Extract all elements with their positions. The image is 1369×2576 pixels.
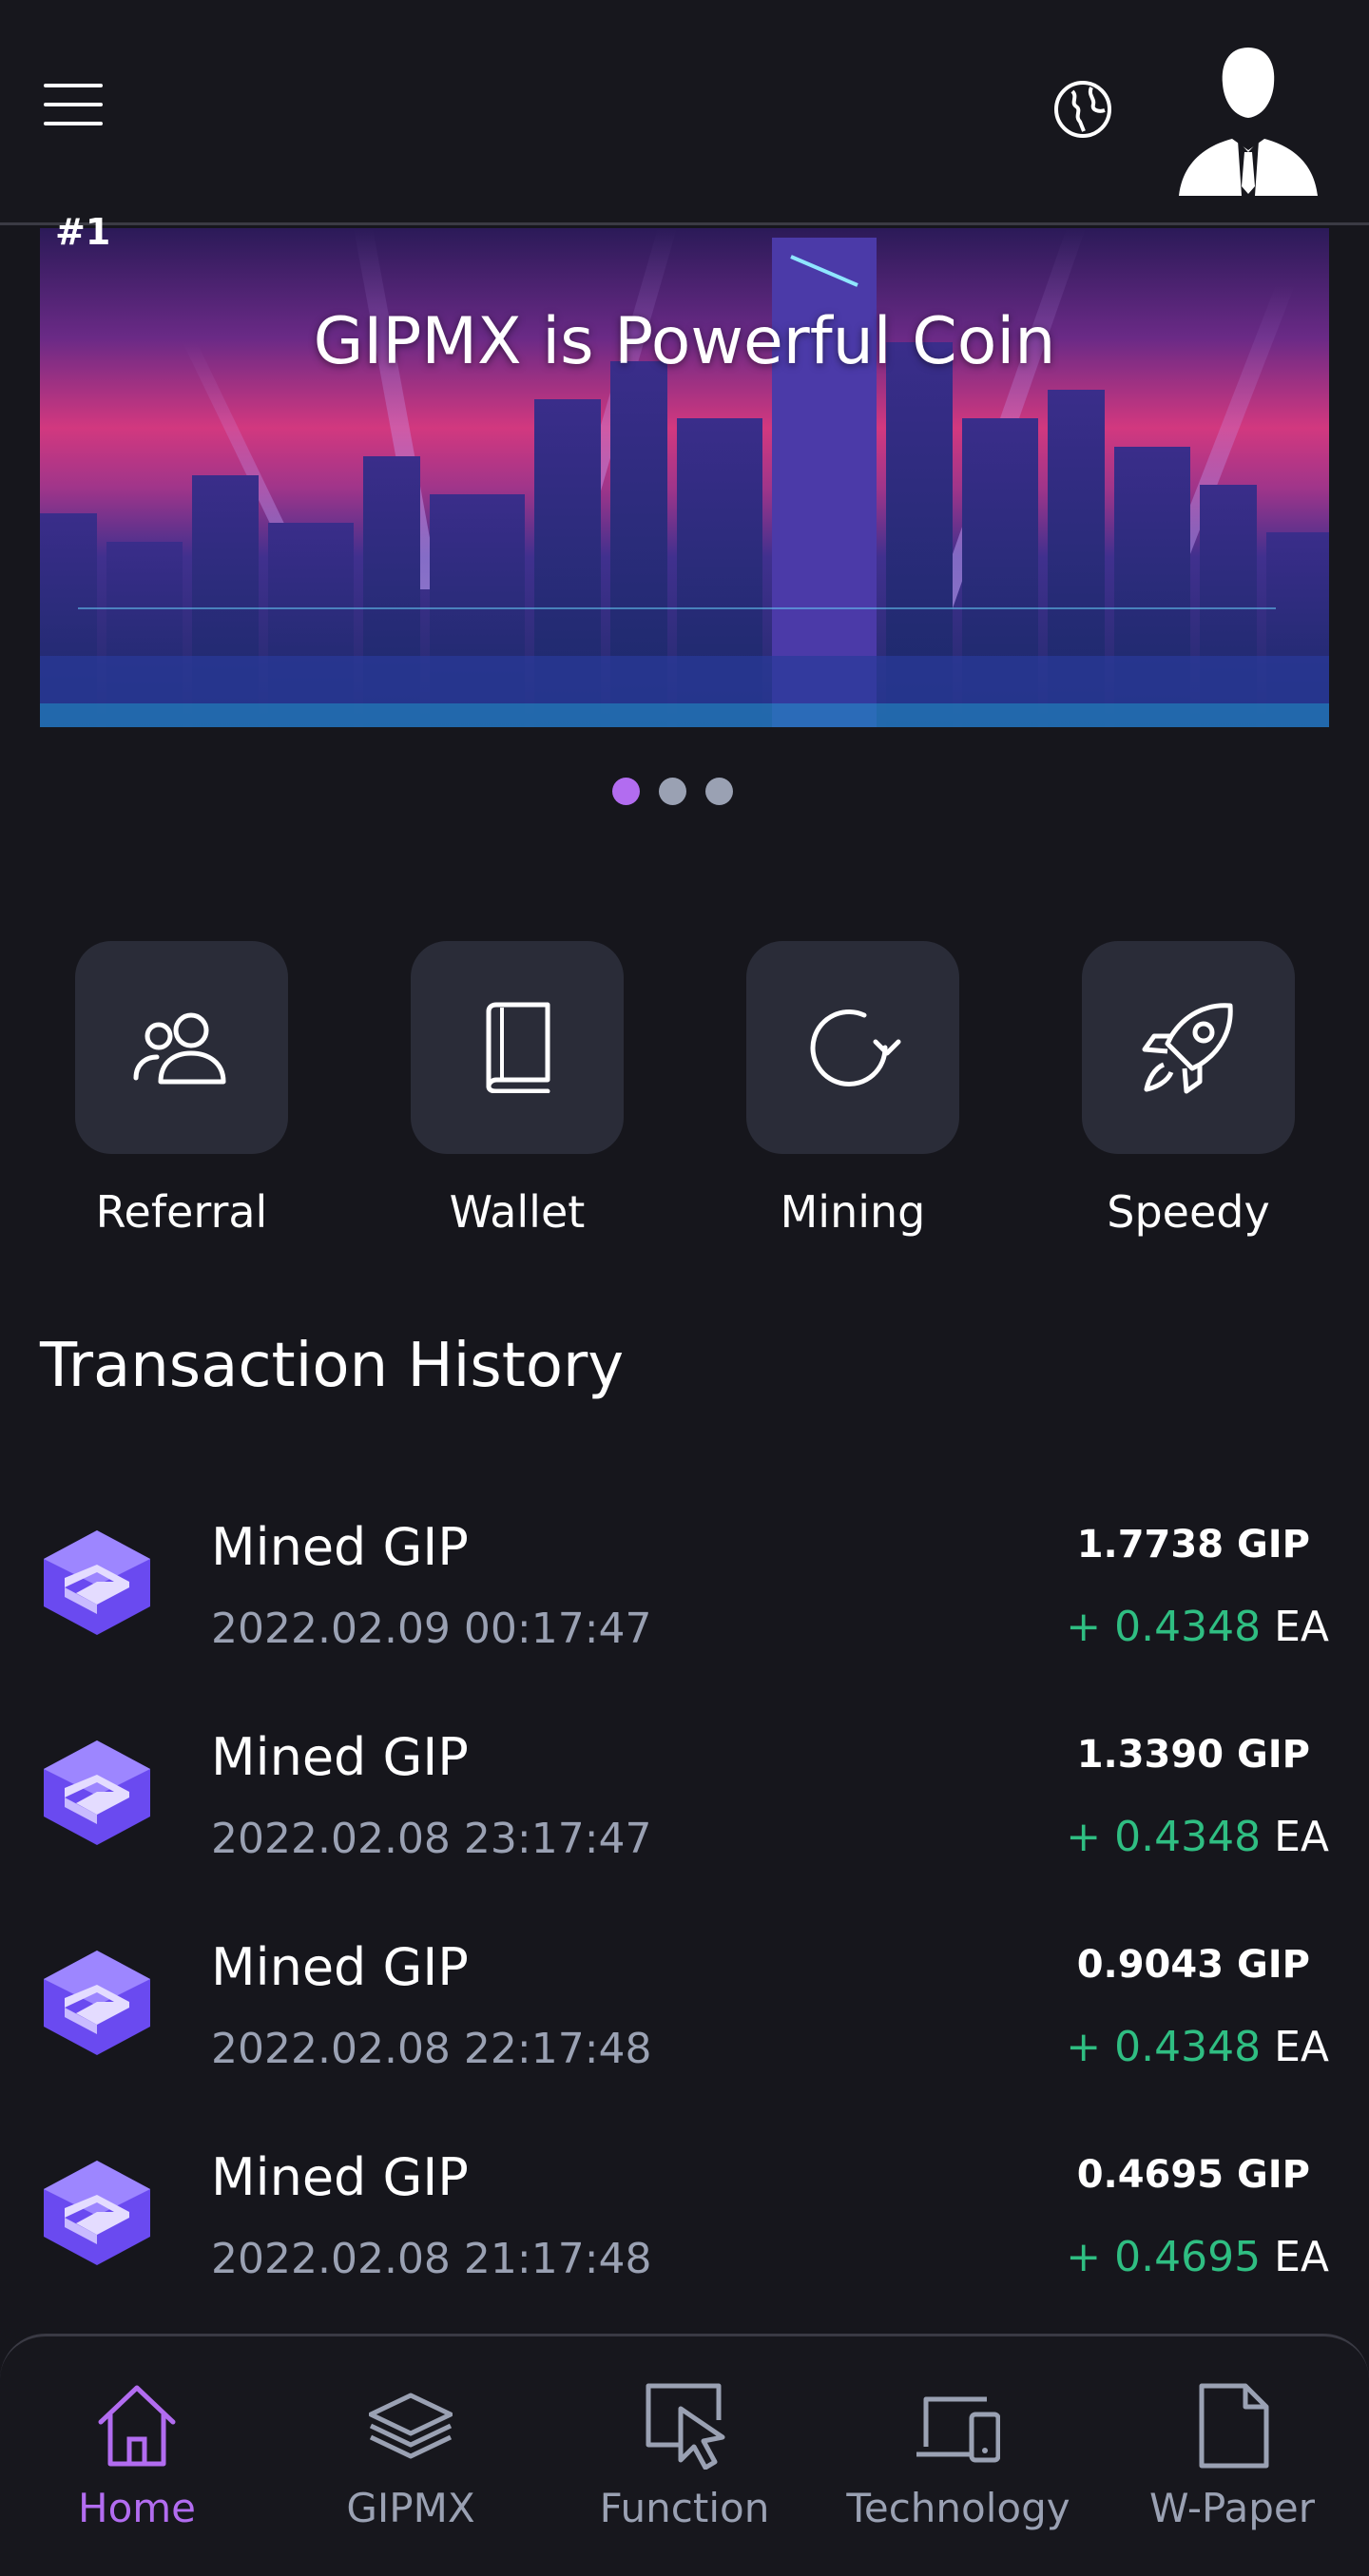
nav-gipmx[interactable]: GIPMX bbox=[274, 2336, 548, 2576]
transaction-gain: + 0.4348 EA bbox=[1066, 1603, 1329, 1651]
nav-label: GIPMX bbox=[346, 2485, 475, 2531]
globe-icon[interactable] bbox=[1051, 78, 1114, 141]
layers-icon bbox=[369, 2393, 453, 2459]
gip-coin-icon bbox=[44, 1951, 150, 2055]
quick-action-label: Wallet bbox=[449, 1186, 586, 1238]
transaction-row[interactable]: Mined GIP 2022.02.08 21:17:48 0.4695 GIP… bbox=[0, 2111, 1369, 2301]
gain-prefix: + bbox=[1066, 2233, 1115, 2281]
rocket-icon bbox=[1142, 1003, 1233, 1094]
gain-unit: EA bbox=[1261, 1813, 1329, 1861]
gain-unit: EA bbox=[1261, 1603, 1329, 1651]
transaction-amount: 1.3390 GIP bbox=[1076, 1733, 1310, 1777]
gain-value: 0.4348 bbox=[1114, 1813, 1262, 1861]
transaction-amount: 0.4695 GIP bbox=[1076, 2153, 1310, 2197]
nav-label: Technology bbox=[846, 2485, 1070, 2531]
transaction-name: Mined GIP bbox=[211, 1937, 469, 1997]
top-bar bbox=[0, 0, 1369, 225]
transaction-gain: + 0.4348 EA bbox=[1066, 2023, 1329, 2071]
nav-label: W-Paper bbox=[1149, 2485, 1315, 2531]
book-icon bbox=[486, 1002, 550, 1093]
gain-value: 0.4695 bbox=[1114, 2233, 1262, 2281]
wallet-tile[interactable] bbox=[411, 941, 624, 1154]
quick-action-referral[interactable]: Referral bbox=[75, 941, 288, 1238]
transaction-row[interactable]: Mined GIP 2022.02.08 22:17:48 0.9043 GIP… bbox=[0, 1901, 1369, 2091]
gain-value: 0.4348 bbox=[1114, 2023, 1262, 2071]
quick-action-wallet[interactable]: Wallet bbox=[411, 941, 624, 1238]
transaction-date: 2022.02.08 21:17:48 bbox=[211, 2235, 652, 2283]
refresh-icon bbox=[810, 1009, 901, 1086]
cursor-icon bbox=[646, 2383, 725, 2470]
banner-title: GIPMX is Powerful Coin bbox=[313, 304, 1056, 379]
gain-prefix: + bbox=[1066, 1603, 1115, 1651]
transaction-date: 2022.02.08 22:17:48 bbox=[211, 2025, 652, 2073]
gain-unit: EA bbox=[1261, 2023, 1329, 2071]
nav-label: Function bbox=[599, 2485, 770, 2531]
quick-action-mining[interactable]: Mining bbox=[746, 941, 959, 1238]
promo-banner[interactable] bbox=[40, 228, 1329, 727]
devices-icon bbox=[916, 2396, 1000, 2463]
transaction-name: Mined GIP bbox=[211, 1517, 469, 1577]
transaction-row[interactable]: Mined GIP 2022.02.09 00:17:47 1.7738 GIP… bbox=[0, 1481, 1369, 1671]
transaction-amount: 1.7738 GIP bbox=[1076, 1523, 1310, 1567]
speedy-tile[interactable] bbox=[1082, 941, 1295, 1154]
nav-function[interactable]: Function bbox=[548, 2336, 821, 2576]
document-icon bbox=[1199, 2383, 1269, 2469]
nav-label: Home bbox=[77, 2485, 197, 2531]
transaction-gain: + 0.4348 EA bbox=[1066, 1813, 1329, 1861]
transaction-date: 2022.02.08 23:17:47 bbox=[211, 1815, 652, 1863]
carousel-dot-2[interactable] bbox=[659, 778, 686, 805]
transaction-row[interactable]: Mined GIP 2022.02.08 23:17:47 1.3390 GIP… bbox=[0, 1691, 1369, 1881]
users-icon bbox=[133, 1012, 226, 1085]
banner-tag: #1 bbox=[55, 211, 111, 253]
quick-action-label: Referral bbox=[95, 1186, 268, 1238]
carousel-dot-3[interactable] bbox=[705, 778, 733, 805]
hamburger-menu-icon[interactable] bbox=[44, 84, 103, 127]
bottom-navigation: Home GIPMX Function Technology W-Paper bbox=[0, 2334, 1369, 2576]
gain-value: 0.4348 bbox=[1114, 1603, 1262, 1651]
gain-unit: EA bbox=[1261, 2233, 1329, 2281]
nav-w-paper[interactable]: W-Paper bbox=[1095, 2336, 1369, 2576]
city-skyline-image bbox=[40, 228, 1329, 727]
quick-action-label: Speedy bbox=[1107, 1186, 1270, 1238]
gain-prefix: + bbox=[1066, 1813, 1115, 1861]
transaction-history-title: Transaction History bbox=[40, 1331, 625, 1401]
quick-action-label: Mining bbox=[780, 1186, 926, 1238]
transaction-gain: + 0.4695 EA bbox=[1066, 2233, 1329, 2281]
transaction-name: Mined GIP bbox=[211, 2147, 469, 2207]
home-icon bbox=[98, 2385, 176, 2467]
carousel-dot-1[interactable] bbox=[612, 778, 640, 805]
transaction-date: 2022.02.09 00:17:47 bbox=[211, 1605, 652, 1653]
gip-coin-icon bbox=[44, 1530, 150, 1635]
carousel-dots bbox=[612, 778, 733, 806]
transaction-name: Mined GIP bbox=[211, 1727, 469, 1787]
nav-technology[interactable]: Technology bbox=[821, 2336, 1095, 2576]
gain-prefix: + bbox=[1066, 2023, 1115, 2071]
quick-action-speedy[interactable]: Speedy bbox=[1082, 941, 1295, 1238]
gip-coin-icon bbox=[44, 2161, 150, 2265]
referral-tile[interactable] bbox=[75, 941, 288, 1154]
nav-home[interactable]: Home bbox=[0, 2336, 274, 2576]
gip-coin-icon bbox=[44, 1740, 150, 1845]
mining-tile[interactable] bbox=[746, 941, 959, 1154]
transaction-amount: 0.9043 GIP bbox=[1076, 1943, 1310, 1987]
user-avatar-icon[interactable] bbox=[1179, 44, 1318, 196]
